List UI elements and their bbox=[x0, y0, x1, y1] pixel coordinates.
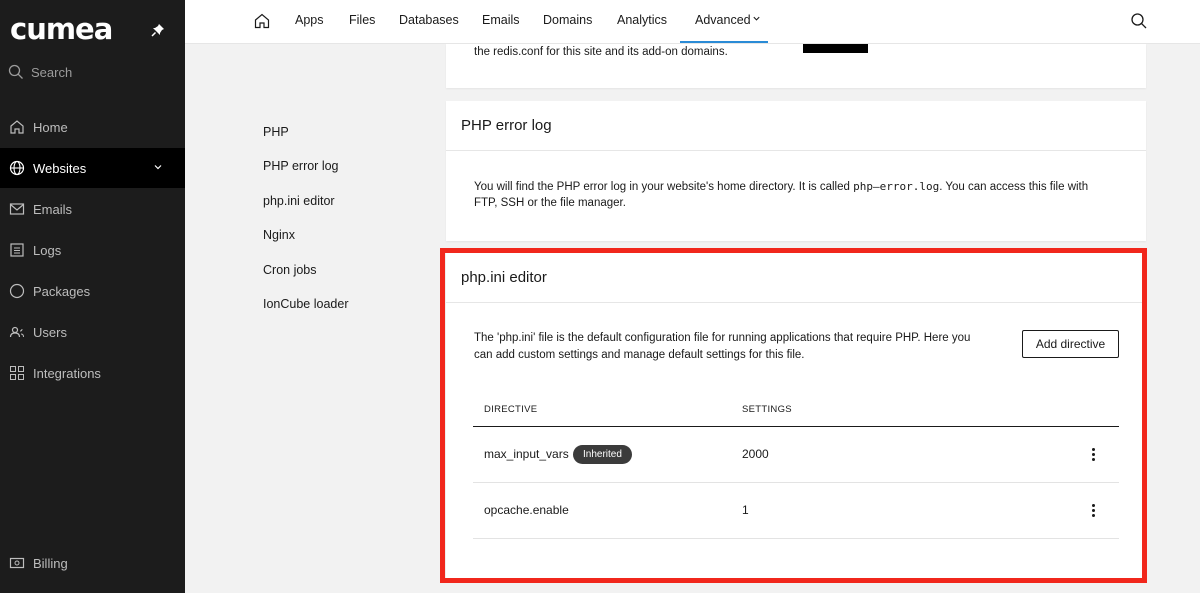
sidebar-item-logs[interactable]: Logs bbox=[0, 230, 185, 270]
topnav-advanced[interactable]: Advanced bbox=[695, 13, 751, 27]
mail-icon bbox=[9, 203, 25, 215]
topnav-files[interactable]: Files bbox=[349, 13, 375, 27]
search-label: Search bbox=[31, 64, 73, 80]
sidebar-item-home[interactable]: Home bbox=[0, 107, 185, 147]
subnav-ioncube-loader[interactable]: IonCube loader bbox=[263, 297, 348, 311]
redis-card: the redis.conf for this site and its add… bbox=[446, 44, 1146, 88]
search-icon[interactable] bbox=[1130, 12, 1148, 30]
sidebar-item-label: Packages bbox=[33, 283, 91, 299]
sidebar-item-users[interactable]: Users bbox=[0, 312, 185, 352]
sidebar-item-label: Logs bbox=[33, 242, 62, 258]
error-log-description-line2: FTP, SSH or the file manager. bbox=[474, 197, 626, 209]
search-icon bbox=[8, 64, 23, 79]
sidebar-item-label: Home bbox=[33, 119, 68, 135]
topnav-domains[interactable]: Domains bbox=[543, 13, 592, 27]
pin-icon[interactable] bbox=[150, 22, 166, 38]
divider bbox=[446, 150, 1146, 151]
highlight-box bbox=[440, 248, 1147, 583]
subnav-cron-jobs[interactable]: Cron jobs bbox=[263, 263, 317, 277]
topnav-analytics[interactable]: Analytics bbox=[617, 13, 667, 27]
logs-icon bbox=[10, 243, 24, 257]
sidebar-item-websites[interactable]: Websites bbox=[0, 148, 185, 188]
subnav-php[interactable]: PHP bbox=[263, 125, 289, 139]
circle-icon bbox=[9, 283, 25, 299]
sidebar-item-packages[interactable]: Packages bbox=[0, 271, 185, 311]
chevron-down-icon bbox=[753, 16, 760, 21]
redis-description: the redis.conf for this site and its add… bbox=[474, 46, 728, 58]
subnav-nginx[interactable]: Nginx bbox=[263, 228, 295, 242]
topnav-apps[interactable]: Apps bbox=[295, 13, 324, 27]
sidebar-item-label: Billing bbox=[33, 555, 68, 571]
card-title: PHP error log bbox=[461, 117, 552, 134]
redis-action-button[interactable] bbox=[803, 44, 868, 53]
sidebar: cumea Search Home Websites Emails Logs P… bbox=[0, 0, 185, 593]
home-icon[interactable] bbox=[253, 12, 271, 30]
sidebar-item-label: Users bbox=[33, 324, 67, 340]
sidebar-item-label: Websites bbox=[33, 160, 87, 176]
error-log-filename: php–error.log bbox=[853, 180, 940, 193]
subnav-php-ini-editor[interactable]: php.ini editor bbox=[263, 194, 335, 208]
chevron-down-icon[interactable] bbox=[153, 162, 163, 172]
error-log-description: You will find the PHP error log in your … bbox=[474, 180, 1089, 193]
sidebar-item-emails[interactable]: Emails bbox=[0, 189, 185, 229]
top-navbar: Apps Files Databases Emails Domains Anal… bbox=[185, 0, 1200, 44]
topnav-emails[interactable]: Emails bbox=[482, 13, 520, 27]
sidebar-item-label: Integrations bbox=[33, 365, 101, 381]
grid-icon bbox=[10, 366, 24, 380]
sidebar-item-label: Emails bbox=[33, 201, 73, 217]
topnav-databases[interactable]: Databases bbox=[399, 13, 459, 27]
globe-icon bbox=[9, 160, 25, 176]
home-icon bbox=[10, 120, 24, 134]
app-logo[interactable]: cumea bbox=[10, 14, 120, 44]
sidebar-item-billing[interactable]: Billing bbox=[0, 543, 185, 583]
users-icon bbox=[9, 326, 24, 338]
sidebar-search[interactable]: Search bbox=[8, 62, 178, 82]
php-error-log-card: PHP error log You will find the PHP erro… bbox=[446, 101, 1146, 241]
sidebar-item-integrations[interactable]: Integrations bbox=[0, 353, 185, 393]
subnav-php-error-log[interactable]: PHP error log bbox=[263, 159, 339, 173]
billing-icon bbox=[9, 557, 25, 569]
active-tab-indicator bbox=[680, 41, 768, 43]
